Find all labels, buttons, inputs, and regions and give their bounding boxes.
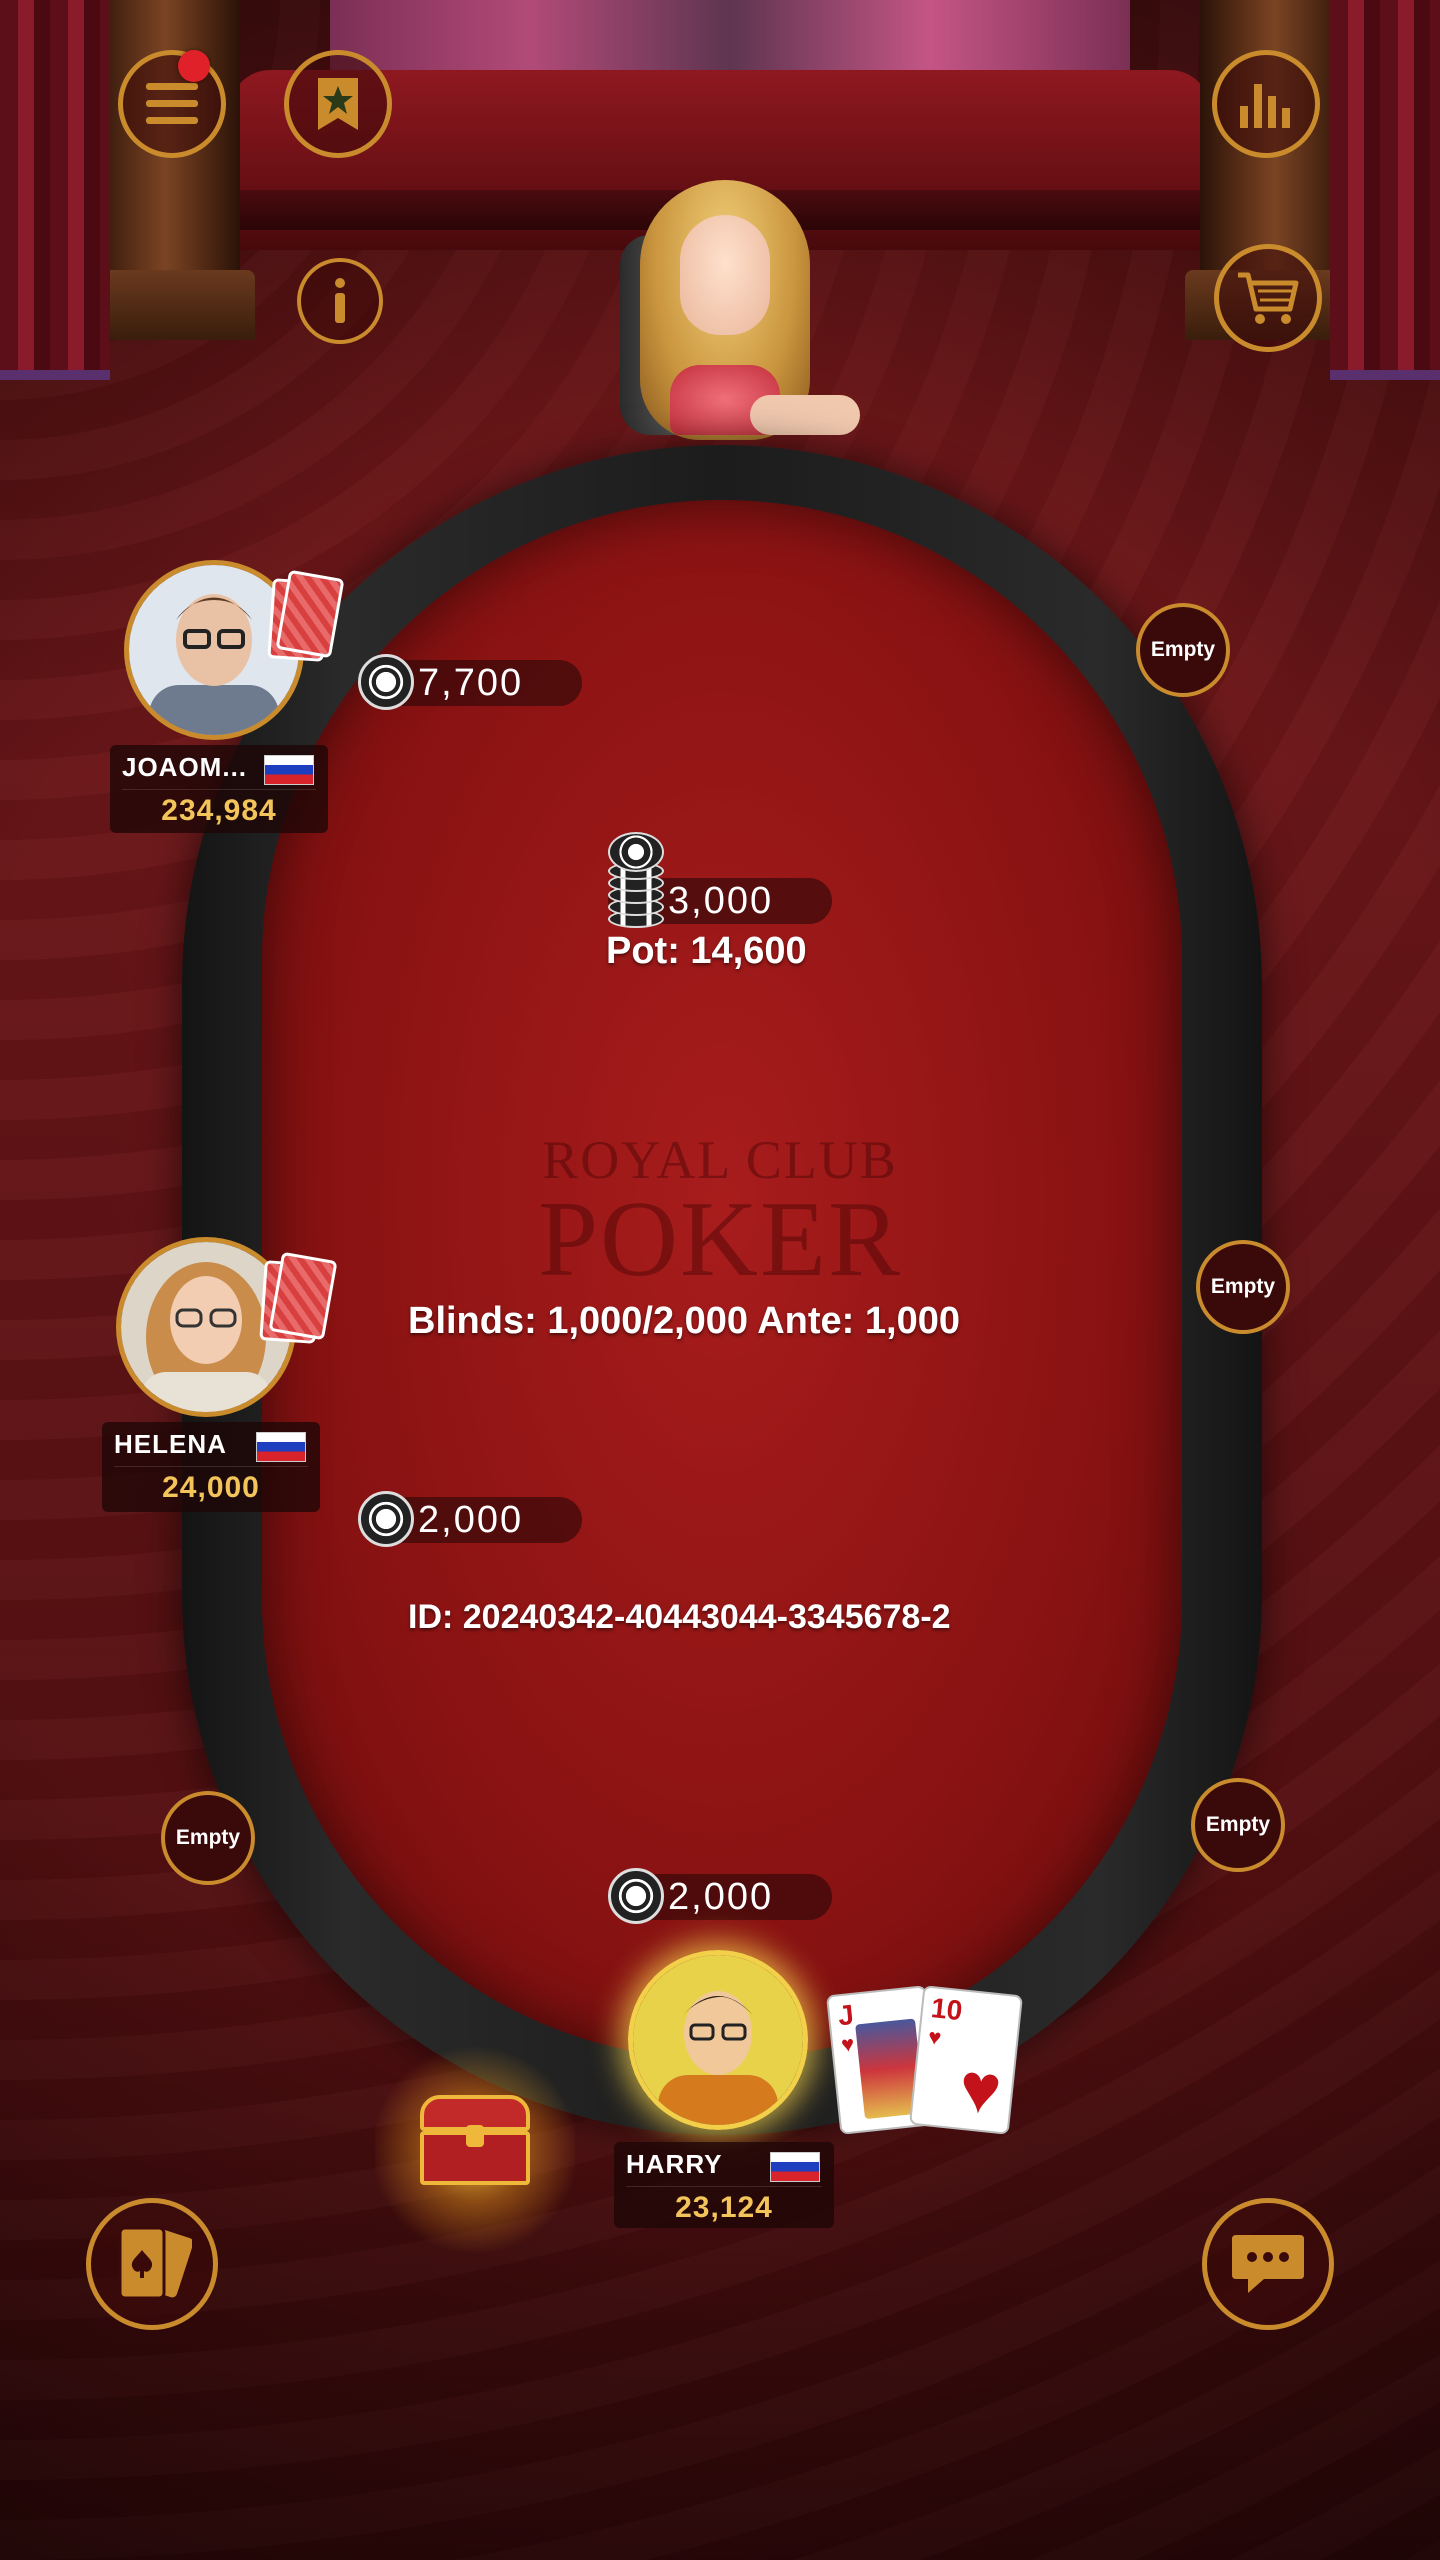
player-plate-harry: HARRY 23,124	[614, 2142, 834, 2228]
star-bookmark-icon	[318, 78, 358, 130]
playing-cards-icon	[118, 2226, 192, 2300]
empty-seat-right-bottom[interactable]: Empty	[1191, 1778, 1285, 1872]
bar-chart-icon	[1240, 84, 1290, 128]
pot-bet: 3,000	[608, 832, 832, 928]
player-chips: 24,000	[162, 1471, 260, 1504]
blinds-label: Blinds: 1,000/2,000 Ante: 1,000	[408, 1300, 960, 1342]
hamburger-menu-icon	[146, 83, 198, 124]
empty-seat-right-top[interactable]: Empty	[1136, 603, 1230, 697]
player-chips: 23,124	[675, 2191, 773, 2224]
treasure-chest-icon[interactable]	[420, 2095, 530, 2185]
player-plate-helena: HELENA 24,000	[102, 1422, 320, 1512]
russia-flag-icon	[770, 2152, 820, 2182]
player-bet-joaom: 7,700	[358, 654, 582, 710]
player-chips: 234,984	[161, 794, 277, 827]
bookmark-button[interactable]	[284, 50, 392, 158]
russia-flag-icon	[264, 755, 314, 785]
player-bet-harry: 2,000	[608, 1868, 832, 1924]
shopping-cart-icon	[1238, 272, 1299, 324]
chip-stack-icon	[608, 828, 664, 928]
leaderboard-button[interactable]	[1212, 50, 1320, 158]
empty-seat-right-middle[interactable]: Empty	[1196, 1240, 1290, 1334]
info-button[interactable]	[297, 258, 383, 344]
chat-button[interactable]	[1202, 2198, 1334, 2330]
dealer-avatar	[600, 175, 860, 465]
poker-chip-icon	[608, 1868, 664, 1924]
table-id-label: ID: 20240342-40443044-3345678-2	[408, 1598, 951, 1636]
notification-dot	[178, 50, 210, 82]
pot-label: Pot: 14,600	[606, 930, 807, 972]
empty-seat-left-bottom[interactable]: Empty	[161, 1791, 255, 1885]
player-plate-joaom: JOAOM... 234,984	[110, 745, 328, 833]
shop-button[interactable]	[1214, 244, 1322, 352]
player-avatar-harry[interactable]	[628, 1950, 808, 2130]
pot-bet-amount: 3,000	[668, 880, 774, 922]
player-bet-helena: 2,000	[358, 1491, 582, 1547]
table-logo-watermark: ROYAL CLUB POKER	[537, 1130, 903, 1299]
man-portrait-icon	[633, 1955, 803, 2125]
cards-button[interactable]	[86, 2198, 218, 2330]
info-icon	[335, 278, 345, 323]
poker-chip-icon	[358, 1491, 414, 1547]
chat-bubble-icon	[1232, 2235, 1304, 2293]
russia-flag-icon	[256, 1432, 306, 1462]
hero-card-2: 10 ♥ ♥	[908, 1985, 1024, 2135]
poker-chip-icon	[358, 654, 414, 710]
